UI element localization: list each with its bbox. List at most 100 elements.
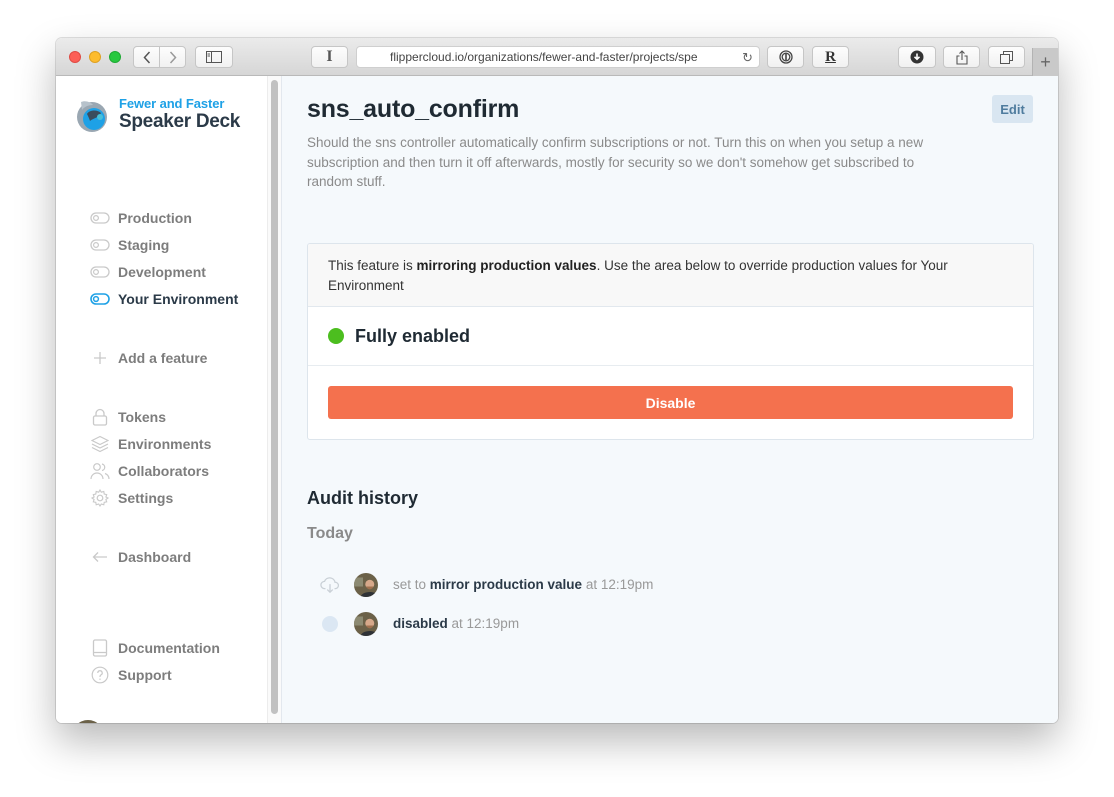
audit-entry-text: disabled at 12:19pm	[393, 616, 519, 631]
add-feature-label: Add a feature	[118, 349, 208, 366]
audit-entry-text: set to mirror production value at 12:19p…	[393, 577, 653, 592]
edit-button[interactable]: Edit	[992, 95, 1033, 123]
notice-bold: mirroring production values	[416, 258, 597, 273]
avatar	[354, 572, 378, 597]
sidebar: Fewer and Faster Speaker Deck Production…	[56, 76, 267, 723]
sidebar-item-production[interactable]: Production	[90, 204, 260, 231]
feature-status-card: This feature is mirroring production val…	[307, 243, 1034, 440]
close-window-button[interactable]	[69, 51, 81, 63]
audit-history-title: Audit history	[307, 488, 418, 508]
dashboard-nav: Dashboard	[90, 543, 260, 570]
sidebar-item-label: Dashboard	[118, 548, 192, 565]
dolphin-logo-icon	[77, 101, 107, 132]
scrollbar-thumb[interactable]	[271, 80, 278, 714]
feature-status: Fully enabled	[308, 307, 1033, 366]
sidebar-item-dashboard[interactable]: Dashboard	[90, 543, 260, 570]
users-icon	[90, 462, 110, 480]
sidebar-item-label: Documentation	[118, 639, 220, 656]
avatar	[354, 611, 378, 636]
plus-icon: +	[1040, 51, 1051, 72]
environment-nav: Production Staging Development Your Envi…	[90, 204, 260, 312]
arrow-left-icon	[90, 548, 110, 566]
forward-button[interactable]	[159, 46, 186, 68]
feature-description: Should the sns controller automatically …	[307, 135, 924, 189]
audit-entry: disabled at 12:19pm	[320, 604, 653, 643]
help-circle-icon	[90, 666, 110, 684]
audit-time: at 12:19pm	[447, 616, 520, 631]
audit-list: set to mirror production value at 12:19p…	[320, 565, 653, 643]
audit-day-heading: Today	[307, 525, 353, 542]
avatar	[72, 720, 104, 723]
sidebar-item-collaborators[interactable]: Collaborators	[90, 457, 260, 484]
url-bar[interactable]: flippercloud.io/organizations/fewer-and-…	[356, 46, 760, 68]
plus-icon	[90, 349, 110, 367]
share-icon	[955, 49, 968, 65]
r-extension-icon: R	[825, 48, 836, 65]
book-icon	[90, 638, 110, 657]
chevron-left-icon	[142, 50, 150, 64]
extension-r-button[interactable]: R	[812, 46, 849, 68]
status-dot-icon	[328, 328, 344, 344]
tabs-overview-button[interactable]	[988, 46, 1025, 68]
download-icon	[910, 50, 924, 64]
sidebar-icon	[206, 51, 222, 63]
sidebar-item-label: Support	[118, 666, 172, 683]
sidebar-toggle-button[interactable]	[195, 46, 233, 68]
status-text: Fully enabled	[355, 325, 471, 346]
password-manager-button[interactable]	[767, 46, 804, 68]
toggle-off-icon	[90, 263, 110, 281]
sidebar-item-environments[interactable]: Environments	[90, 430, 260, 457]
sidebar-item-documentation[interactable]: Documentation	[90, 634, 260, 661]
toggle-active-icon	[90, 290, 110, 308]
organization-name: Fewer and Faster	[119, 96, 225, 111]
tabs-icon	[1000, 50, 1013, 64]
browser-window: I flippercloud.io/organizations/fewer-an…	[56, 38, 1058, 723]
sidebar-item-tokens[interactable]: Tokens	[90, 403, 260, 430]
zoom-window-button[interactable]	[109, 51, 121, 63]
sidebar-item-label: Settings	[118, 489, 174, 506]
add-feature-button[interactable]: Add a feature	[90, 344, 260, 371]
sidebar-item-development[interactable]: Development	[90, 258, 260, 285]
minimize-window-button[interactable]	[89, 51, 101, 63]
sidebar-item-label: Staging	[118, 236, 170, 253]
audit-prefix: set to	[393, 577, 430, 592]
new-tab-button[interactable]: +	[1032, 48, 1058, 76]
project-name: Speaker Deck	[119, 111, 241, 132]
feature-actions: Add a feature	[90, 344, 260, 371]
audit-time: at 12:19pm	[582, 577, 654, 592]
sidebar-item-your-environment[interactable]: Your Environment	[90, 285, 260, 312]
user-profile[interactable]: John Nunemak...	[72, 720, 254, 723]
sidebar-scrollbar[interactable]	[267, 76, 282, 723]
reload-icon[interactable]: ↻	[742, 50, 753, 66]
audit-action: mirror production value	[429, 577, 583, 592]
sidebar-item-staging[interactable]: Staging	[90, 231, 260, 258]
project-brand[interactable]: Fewer and Faster Speaker Deck	[73, 96, 240, 134]
help-nav: Documentation Support	[90, 634, 260, 688]
sidebar-item-label: Collaborators	[118, 462, 210, 479]
reader-button[interactable]: I	[311, 46, 348, 68]
back-button[interactable]	[133, 46, 160, 68]
sidebar-item-label: Development	[118, 263, 206, 280]
downloads-button[interactable]	[898, 46, 936, 68]
mirroring-notice: This feature is mirroring production val…	[308, 244, 1033, 307]
toggle-off-icon	[90, 236, 110, 254]
lock-icon	[90, 408, 110, 426]
sidebar-item-settings[interactable]: Settings	[90, 484, 260, 511]
feature-title: sns_auto_confirm	[307, 95, 520, 123]
manage-nav: Tokens Environments Collaborators Settin…	[90, 403, 260, 511]
main-content: sns_auto_confirm Edit Should the sns con…	[282, 76, 1058, 723]
toggle-off-icon	[90, 209, 110, 227]
layers-icon	[90, 435, 110, 453]
url-text: flippercloud.io/organizations/fewer-and-…	[390, 50, 698, 64]
browser-toolbar: I flippercloud.io/organizations/fewer-an…	[56, 38, 1058, 76]
sidebar-item-support[interactable]: Support	[90, 661, 260, 688]
share-button[interactable]	[943, 46, 980, 68]
sidebar-item-label: Environments	[118, 435, 212, 452]
sidebar-item-label: Your Environment	[118, 290, 239, 307]
disable-button[interactable]: Disable	[328, 386, 1013, 419]
audit-entry: set to mirror production value at 12:19p…	[320, 565, 653, 604]
text-cursor-icon: I	[326, 48, 333, 65]
notice-prefix: This feature is	[328, 258, 417, 273]
sidebar-item-label: Tokens	[118, 408, 166, 425]
dot-icon	[320, 614, 340, 634]
